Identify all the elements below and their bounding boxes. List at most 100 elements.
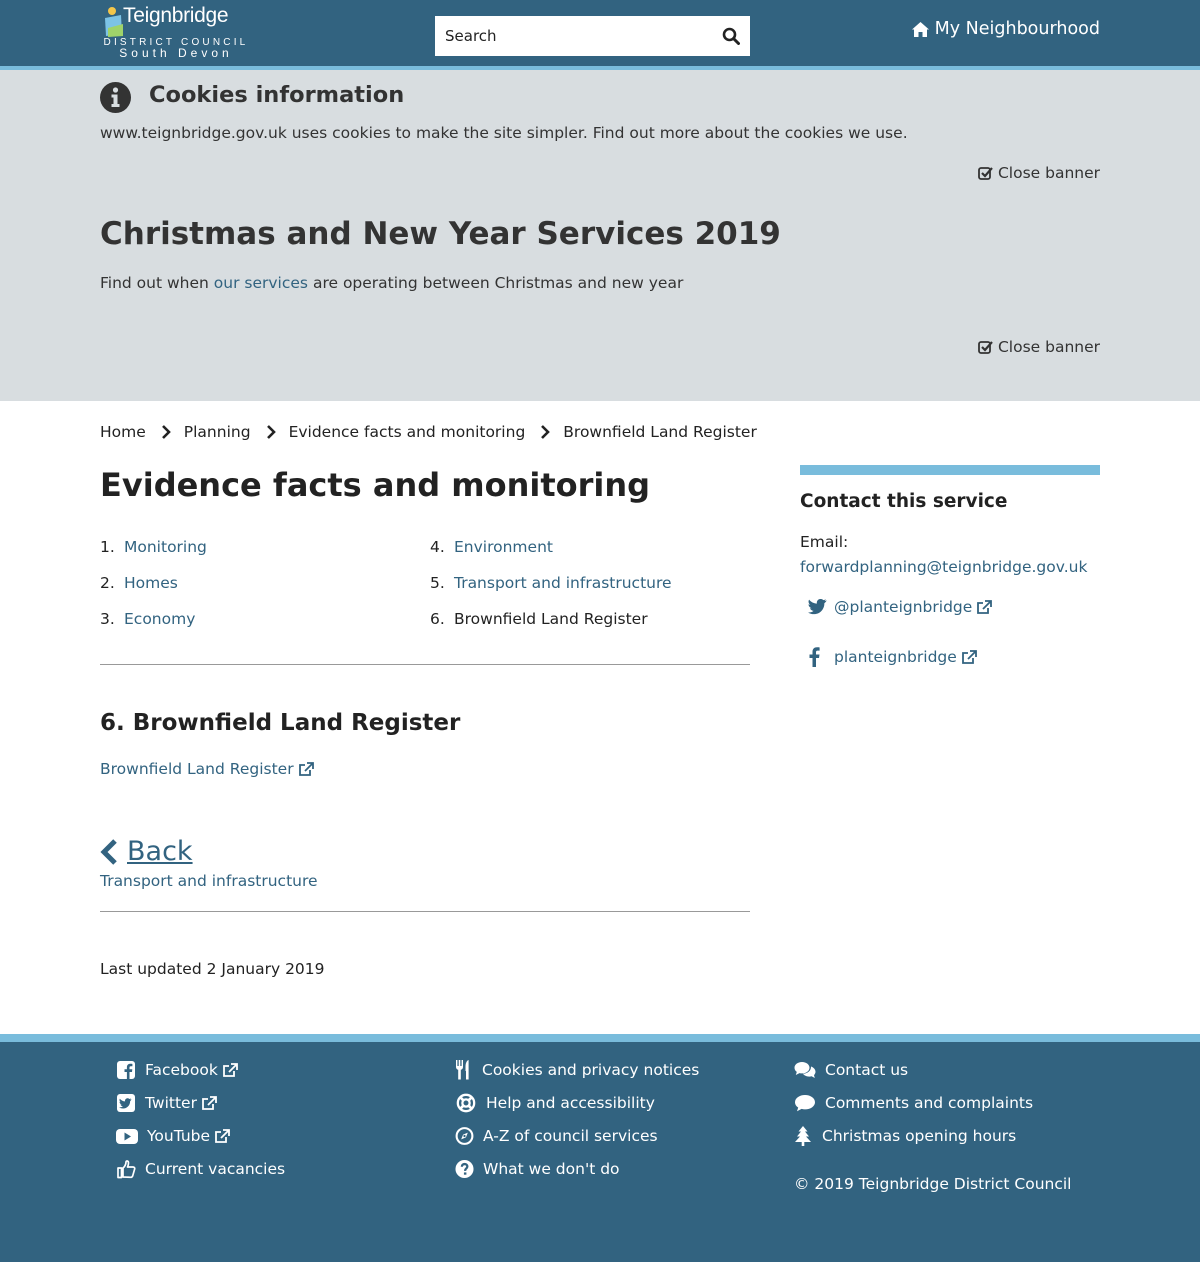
contents-item: 5. Transport and infrastructure (430, 574, 672, 592)
site-logo[interactable]: Teignbridge DISTRICT COUNCIL South Devon (103, 4, 249, 60)
twitter-account-label: @planteignbridge (834, 598, 973, 616)
contents-item: 3. Economy (100, 610, 195, 628)
footer-item-youtube: YouTube (116, 1126, 230, 1146)
search-box (435, 16, 750, 56)
contents-link-transport[interactable]: Transport and infrastructure (454, 574, 672, 592)
external-link-icon (222, 1062, 238, 1077)
contents-current-page: Brownfield Land Register (454, 610, 648, 628)
footer-help-link[interactable]: Help and accessibility (486, 1094, 655, 1112)
footer-item-help: Help and accessibility (455, 1093, 655, 1113)
footer-contact-link[interactable]: Contact us (825, 1061, 908, 1079)
thumbs-up-icon (117, 1160, 136, 1179)
xmas-text-before: Find out when (100, 274, 209, 292)
facebook-icon (809, 647, 820, 667)
cookie-banner-title: Cookies information (149, 82, 405, 108)
footer-dont-do-link[interactable]: What we don't do (483, 1160, 620, 1178)
info-icon (100, 82, 131, 113)
xmas-banner-title: Christmas and New Year Services 2019 (100, 216, 781, 252)
logo-line-2: South Devon (119, 46, 233, 60)
check-square-icon (978, 167, 993, 180)
our-services-link[interactable]: our services (214, 274, 308, 292)
footer-item-facebook: Facebook (116, 1060, 238, 1080)
breadcrumb-planning[interactable]: Planning (184, 423, 251, 441)
external-link-icon (961, 649, 977, 664)
search-icon[interactable] (722, 27, 740, 45)
page-title: Evidence facts and monitoring (100, 466, 651, 504)
footer-twitter-label: Twitter (145, 1094, 197, 1112)
twitter-account-link[interactable]: @planteignbridge (834, 598, 993, 616)
back-link[interactable]: Back (100, 836, 193, 867)
footer-comments-link[interactable]: Comments and complaints (825, 1094, 1033, 1112)
divider (100, 911, 750, 912)
external-link-icon (977, 599, 993, 614)
xmas-banner-text: Find out when our services are operating… (100, 274, 683, 292)
close-xmas-banner-button[interactable]: Close banner (978, 338, 1100, 356)
contents-number: 5. (430, 574, 445, 592)
home-icon (911, 21, 929, 37)
footer-item-cookies: Cookies and privacy notices (455, 1060, 699, 1080)
my-neighbourhood-label: My Neighbourhood (934, 19, 1100, 39)
footer-az-link[interactable]: A-Z of council services (483, 1127, 658, 1145)
twitter-icon (808, 599, 827, 615)
twitter-square-icon (117, 1094, 135, 1112)
footer-christmas-link[interactable]: Christmas opening hours (822, 1127, 1016, 1145)
brownfield-register-link[interactable]: Brownfield Land Register (100, 760, 314, 778)
facebook-account-label: planteignbridge (834, 648, 957, 666)
life-ring-icon (456, 1093, 476, 1113)
question-circle-icon (455, 1159, 474, 1179)
footer-youtube-link[interactable]: YouTube (147, 1127, 230, 1145)
cookie-banner-message: www.teignbridge.gov.uk uses cookies to m… (100, 124, 588, 142)
sidebar-accent-bar (800, 465, 1100, 475)
footer-item-contact: Contact us (794, 1060, 908, 1080)
logo-mark-icon (105, 7, 123, 37)
breadcrumb: Home Planning Evidence facts and monitor… (100, 423, 757, 441)
contents-item: 4. Environment (430, 538, 553, 556)
footer-facebook-label: Facebook (145, 1061, 218, 1079)
compass-icon (455, 1127, 474, 1145)
brownfield-register-link-label: Brownfield Land Register (100, 760, 294, 778)
contents-link-economy[interactable]: Economy (124, 610, 195, 628)
external-link-icon (215, 1128, 230, 1143)
search-input[interactable] (435, 16, 710, 56)
footer-item-vacancies: Current vacancies (116, 1159, 285, 1179)
cutlery-icon (456, 1060, 469, 1080)
my-neighbourhood-link[interactable]: My Neighbourhood (911, 19, 1100, 39)
footer-cookies-link[interactable]: Cookies and privacy notices (482, 1061, 699, 1079)
contents-number: 6. (430, 610, 445, 628)
contents-item: 1. Monitoring (100, 538, 207, 556)
xmas-text-after: are operating between Christmas and new … (312, 274, 684, 292)
facebook-account-link[interactable]: planteignbridge (834, 648, 977, 666)
footer-item-comments: Comments and complaints (794, 1093, 1033, 1113)
breadcrumb-current: Brownfield Land Register (563, 423, 757, 441)
comment-icon (795, 1095, 815, 1112)
contents-link-environment[interactable]: Environment (454, 538, 553, 556)
footer-twitter-link[interactable]: Twitter (145, 1094, 217, 1112)
chevron-right-icon (161, 425, 171, 439)
footer-item-az: A-Z of council services (455, 1126, 658, 1146)
footer-item-christmas: Christmas opening hours (794, 1126, 1016, 1146)
footer-vacancies-link[interactable]: Current vacancies (145, 1160, 285, 1178)
cookie-policy-link[interactable]: Find out more about the cookies we use (593, 124, 903, 142)
chevron-left-icon (100, 838, 117, 865)
chevron-right-icon (266, 425, 276, 439)
contents-number: 4. (430, 538, 445, 556)
site-footer: Facebook Twitter YouTube Current vacanci… (0, 1042, 1200, 1262)
site-header: Teignbridge DISTRICT COUNCIL South Devon… (0, 0, 1200, 66)
contents-link-monitoring[interactable]: Monitoring (124, 538, 207, 556)
back-target-link[interactable]: Transport and infrastructure (100, 872, 318, 890)
contents-number: 2. (100, 574, 115, 592)
contact-email-link[interactable]: forwardplanning@teignbridge.gov.uk (800, 558, 1087, 576)
close-banner-label: Close banner (997, 338, 1100, 356)
email-label: Email: (800, 533, 849, 551)
footer-item-twitter: Twitter (116, 1093, 217, 1113)
breadcrumb-home[interactable]: Home (100, 423, 146, 441)
close-cookie-banner-button[interactable]: Close banner (978, 164, 1100, 182)
footer-facebook-link[interactable]: Facebook (145, 1061, 238, 1079)
facebook-square-icon (117, 1061, 135, 1079)
contents-link-homes[interactable]: Homes (124, 574, 178, 592)
sidebar-facebook: planteignbridge (808, 647, 977, 667)
twitter-icon-wrap (808, 599, 834, 615)
contents-item: 6. Brownfield Land Register (430, 610, 648, 628)
breadcrumb-evidence[interactable]: Evidence facts and monitoring (289, 423, 526, 441)
logo-name: Teignbridge (123, 4, 229, 27)
